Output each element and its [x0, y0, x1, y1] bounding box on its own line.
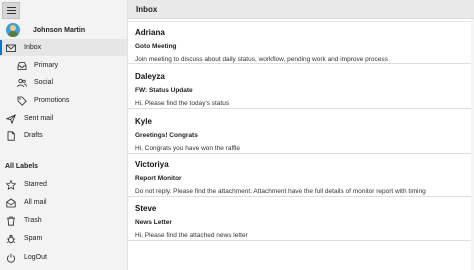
mail-icon [6, 198, 16, 208]
nav-item-label: Drafts [24, 132, 43, 139]
mail-subject: Report Monitor [135, 175, 182, 182]
nav-item-all-mail[interactable]: All mail [0, 194, 127, 211]
nav-item-label: Primary [34, 62, 59, 69]
nav-item-starred[interactable]: Starred [0, 176, 127, 193]
list-item[interactable]: Victoriya Report Monitor Do not reply. P… [128, 154, 474, 197]
nav-item-label: LogOut [24, 254, 47, 261]
document-icon [6, 130, 16, 141]
nav-item-label: Social [34, 79, 54, 86]
nav-item-primary[interactable]: Primary [0, 57, 127, 74]
bug-icon [6, 234, 16, 244]
mail-preview: Hi, Please find the today's status [135, 100, 230, 107]
nav-item-drafts[interactable]: Drafts [0, 127, 127, 144]
avatar [6, 23, 20, 37]
mail-sender: Adriana [135, 28, 165, 37]
mail-sender: Steve [135, 204, 157, 213]
nav-item-label: Sent mail [24, 115, 54, 122]
mail-subject: News Letter [135, 219, 172, 226]
nav-item-label: Spam [24, 235, 43, 242]
nav-item-label: Inbox [24, 44, 42, 51]
mail-sender: Kyle [135, 117, 152, 126]
people-icon [17, 78, 27, 88]
mail-subject: Goto Meeting [135, 43, 177, 50]
nav-item-inbox[interactable]: Inbox [0, 39, 127, 56]
mail-sender: Daleyza [135, 72, 165, 81]
list-item[interactable]: Adriana Goto Meeting Join meeting to dis… [128, 21, 474, 64]
list-item[interactable]: Kyle Greetings! Congrats Hi, Congrats yo… [128, 111, 474, 154]
nav-item-label: Trash [24, 217, 42, 224]
list-item[interactable]: Steve News Letter Hi, Please find the at… [128, 198, 474, 241]
nav-item-spam[interactable]: Spam [0, 230, 127, 247]
navigation-pane: Johnson Martin Inbox Primary Social Prom… [0, 0, 128, 270]
nav-item-logout[interactable]: LogOut [0, 249, 127, 266]
page-title: Inbox [136, 5, 158, 14]
hamburger-menu-icon[interactable] [2, 2, 20, 19]
mail-icon [6, 43, 16, 53]
content-header: Inbox [128, 0, 474, 19]
nav-item-social[interactable]: Social [0, 74, 127, 91]
profile-name: Johnson Martin [33, 26, 86, 34]
mail-preview: Hi, Please find the attached news letter [135, 232, 248, 239]
nav-item-trash[interactable]: Trash [0, 212, 127, 229]
nav-item-label: Starred [24, 181, 47, 188]
mail-sender: Victoriya [135, 160, 169, 169]
all-labels-heading: All Labels [5, 163, 39, 170]
mail-subject: FW: Status Update [135, 87, 193, 94]
mail-subject: Greetings! Congrats [135, 132, 198, 139]
list-item[interactable]: Daleyza FW: Status Update Hi, Please fin… [128, 66, 474, 109]
mail-preview: Hi, Congrats you have won the raffle [135, 145, 241, 152]
tag-icon [17, 96, 27, 106]
send-icon [6, 113, 16, 124]
nav-item-label: All mail [24, 199, 47, 206]
mail-preview: Join meeting to discuss about daily stat… [135, 56, 388, 63]
trash-icon [6, 216, 16, 226]
nav-item-label: Promotions [34, 97, 70, 104]
nav-item-sent-mail[interactable]: Sent mail [0, 110, 127, 127]
user-profile[interactable]: Johnson Martin [6, 21, 85, 39]
nav-item-promotions[interactable]: Promotions [0, 92, 127, 109]
star-icon [6, 179, 16, 190]
inbox-tray-icon [17, 61, 27, 71]
power-icon [6, 253, 16, 263]
mail-content-pane: Inbox Adriana Goto Meeting Join meeting … [128, 0, 474, 270]
mail-preview: Do not reply. Please find the attachment… [135, 188, 426, 195]
